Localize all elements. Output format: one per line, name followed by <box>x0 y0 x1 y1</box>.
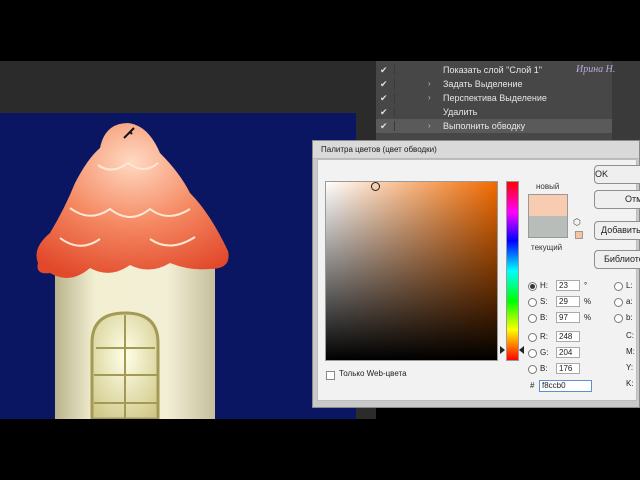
blue-input[interactable]: 176 <box>556 363 580 374</box>
action-toggle-check[interactable]: ✔ <box>380 105 390 119</box>
action-label: Выполнить обводку <box>443 121 526 131</box>
expand-arrow-icon[interactable]: › <box>428 119 436 133</box>
watermark-logo: Ирина Н. <box>576 64 616 75</box>
new-color-swatch <box>528 194 568 216</box>
action-dialog-toggle[interactable] <box>394 79 407 89</box>
blue-field-row: B: 176 <box>528 363 608 375</box>
action-toggle-check[interactable]: ✔ <box>380 77 390 91</box>
lab-a-row: a: <box>614 296 638 308</box>
hex-color-input[interactable]: f8ccb0 <box>539 380 592 392</box>
action-label: Удалить <box>443 107 478 117</box>
hue-slider-right-arrow-icon[interactable] <box>519 346 524 354</box>
action-toggle-check[interactable]: ✔ <box>380 63 390 77</box>
saturation-unit: % <box>584 297 592 306</box>
action-toggle-check[interactable]: ✔ <box>380 91 390 105</box>
only-web-colors-checkbox[interactable] <box>326 371 335 380</box>
only-web-colors-label: Только Web-цвета <box>339 369 407 378</box>
add-to-swatches-button[interactable]: Добавить в образцы <box>594 221 640 240</box>
hue-field-row: H: 23 ° <box>528 280 608 292</box>
hex-hash-label: # <box>530 381 535 390</box>
brightness-unit: % <box>584 313 592 322</box>
green-input[interactable]: 204 <box>556 347 580 358</box>
color-field[interactable] <box>325 181 498 361</box>
action-dialog-toggle[interactable] <box>394 107 407 117</box>
action-row[interactable]: ✔ Удалить <box>376 105 612 119</box>
action-dialog-toggle[interactable] <box>394 93 407 103</box>
action-dialog-toggle[interactable] <box>394 121 407 131</box>
color-picker-circle[interactable] <box>371 182 380 191</box>
hue-radio[interactable] <box>528 282 537 291</box>
brightness-input[interactable]: 97 <box>556 312 580 323</box>
lab-b-row: b: <box>614 312 638 324</box>
color-libraries-button[interactable]: Библиотеки цветов <box>594 250 640 269</box>
red-label: R: <box>540 332 548 341</box>
red-input[interactable]: 248 <box>556 331 580 342</box>
blue-radio[interactable] <box>528 365 537 374</box>
expand-arrow-icon[interactable]: › <box>428 91 436 105</box>
lab-b-radio[interactable] <box>614 314 623 323</box>
lab-a-radio[interactable] <box>614 298 623 307</box>
dialog-title: Палитра цветов (цвет обводки) <box>313 141 639 159</box>
action-row[interactable]: ✔ › Перспектива Выделение <box>376 91 612 105</box>
saturation-label: S: <box>540 297 548 306</box>
web-safe-cube-icon[interactable]: ⬡ <box>573 218 581 227</box>
action-label: Перспектива Выделение <box>443 93 547 103</box>
lab-l-label: L: <box>626 281 633 290</box>
cmyk-m-label: M: <box>626 347 635 356</box>
blue-label: B: <box>540 364 548 373</box>
hue-slider-left-arrow-icon[interactable] <box>500 346 505 354</box>
action-row-selected[interactable]: ✔ › Выполнить обводку <box>376 119 612 133</box>
expand-arrow-icon[interactable]: › <box>428 77 436 91</box>
hue-slider[interactable] <box>506 181 519 361</box>
action-dialog-toggle[interactable] <box>394 65 407 75</box>
current-color-swatch[interactable] <box>528 216 568 238</box>
cancel-button[interactable]: Отмена <box>594 190 640 209</box>
green-radio[interactable] <box>528 349 537 358</box>
ok-button[interactable]: OK <box>594 165 640 184</box>
saturation-radio[interactable] <box>528 298 537 307</box>
saturation-input[interactable]: 29 <box>556 296 580 307</box>
cmyk-y-label: Y: <box>626 363 634 372</box>
saturation-field-row: S: 29 % <box>528 296 608 308</box>
cmyk-k-label: K: <box>626 379 634 388</box>
web-safe-color-swatch[interactable] <box>575 231 583 239</box>
action-label: Задать Выделение <box>443 79 523 89</box>
red-field-row: R: 248 <box>528 331 608 343</box>
brightness-field-row: B: 97 % <box>528 312 608 324</box>
brightness-label: B: <box>540 313 548 322</box>
house-illustration <box>36 123 229 419</box>
red-radio[interactable] <box>528 333 537 342</box>
action-toggle-check[interactable]: ✔ <box>380 119 390 133</box>
cmyk-c-label: C: <box>626 331 634 340</box>
new-color-label: новый <box>536 182 560 191</box>
hue-label: H: <box>540 281 548 290</box>
lab-a-label: a: <box>626 297 633 306</box>
lab-l-radio[interactable] <box>614 282 623 291</box>
green-label: G: <box>540 348 549 357</box>
green-field-row: G: 204 <box>528 347 608 359</box>
lab-l-row: L: <box>614 280 638 292</box>
current-color-label: текущий <box>531 243 563 252</box>
eyedropper-cursor-icon <box>123 127 135 139</box>
hue-unit: ° <box>584 281 588 290</box>
hue-input[interactable]: 23 <box>556 280 580 291</box>
action-label: Показать слой "Слой 1" <box>443 65 542 75</box>
brightness-radio[interactable] <box>528 314 537 323</box>
lab-b-label: b: <box>626 313 633 322</box>
